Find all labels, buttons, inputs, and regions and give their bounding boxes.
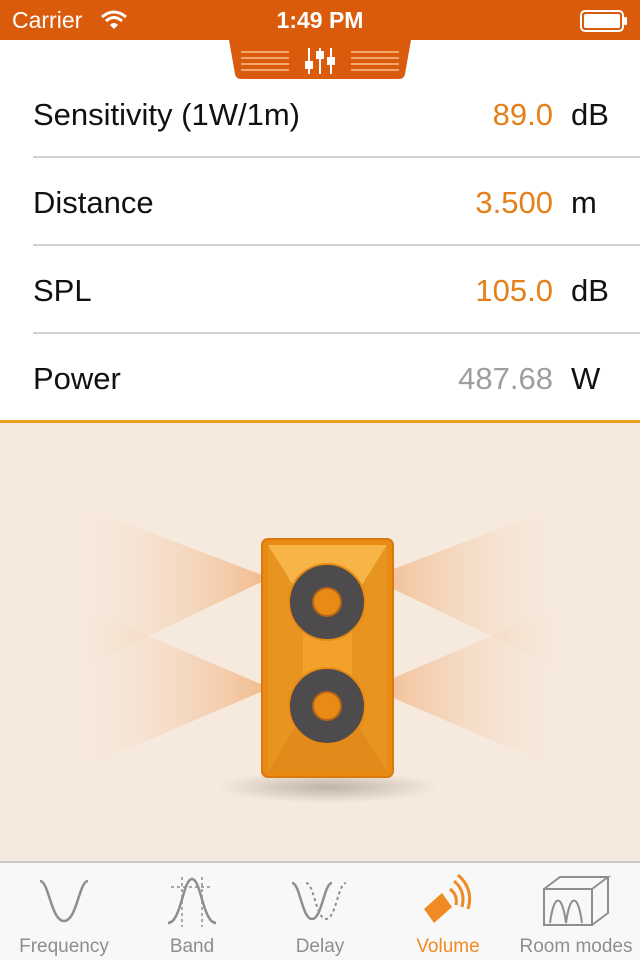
param-label: SPL: [33, 273, 92, 308]
param-value[interactable]: 89.0: [493, 97, 553, 133]
tab-frequency[interactable]: Frequency: [0, 863, 128, 960]
param-label: Distance: [33, 185, 154, 220]
tab-delay[interactable]: Delay: [256, 863, 384, 960]
sound-beam-left: [60, 498, 270, 778]
room-modes-icon: [540, 873, 612, 936]
param-value[interactable]: 3.500: [475, 185, 553, 221]
bandpass-curve-icon: [165, 873, 219, 936]
speaker-illustration: [0, 423, 640, 861]
param-value-computed: 487.68: [458, 361, 553, 396]
param-row-distance[interactable]: Distance 3.500 m: [0, 158, 640, 246]
sine-wave-icon: [37, 873, 91, 936]
tab-label: Volume: [416, 936, 480, 957]
speaker-volume-icon: [418, 873, 478, 936]
param-row-spl[interactable]: SPL 105.0 dB: [0, 246, 640, 334]
status-bar: Carrier 1:49 PM: [0, 0, 640, 40]
param-value[interactable]: 105.0: [475, 273, 553, 309]
tab-label: Delay: [295, 936, 345, 957]
sound-beam-right: [370, 498, 580, 778]
tab-bar: Frequency Band Delay Volume Room modes: [0, 861, 640, 960]
delay-waves-icon: [290, 873, 350, 936]
tab-band[interactable]: Band: [128, 863, 256, 960]
param-label: Power: [33, 361, 121, 396]
tab-room-modes[interactable]: Room modes: [512, 863, 640, 960]
param-row-sensitivity[interactable]: Sensitivity (1W/1m) 89.0 dB: [0, 70, 640, 158]
status-time: 1:49 PM: [276, 7, 364, 33]
param-unit: dB: [571, 97, 609, 132]
param-unit: W: [571, 361, 601, 396]
battery-icon: [580, 10, 628, 37]
param-unit: dB: [571, 273, 609, 308]
tab-label: Frequency: [19, 936, 109, 957]
tab-volume[interactable]: Volume: [384, 863, 512, 960]
tab-label: Band: [169, 936, 215, 957]
tab-label: Room modes: [519, 936, 633, 957]
param-row-power[interactable]: Power 487.68 W: [0, 334, 640, 422]
speaker-cabinet-icon: [261, 538, 394, 778]
param-label: Sensitivity (1W/1m): [33, 97, 300, 132]
param-unit: m: [571, 185, 597, 220]
